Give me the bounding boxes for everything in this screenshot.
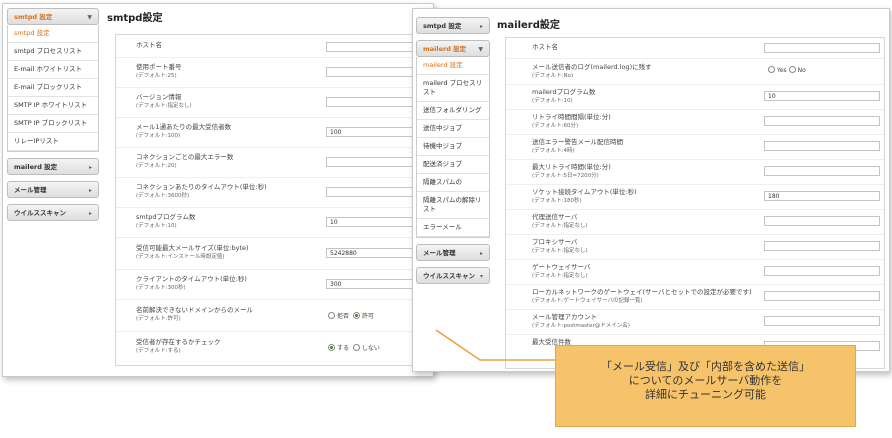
callout-line-3: 詳細にチューニング可能: [645, 388, 766, 401]
callout-line-2: についてのメールサーバ動作を: [628, 374, 783, 387]
callout-box: 「メール受信」及び「内部を含めた送信」 についてのメールサーバ動作を 詳細にチュ…: [555, 345, 856, 427]
callout-line-1: 「メール受信」及び「内部を含めた送信」: [601, 360, 810, 373]
